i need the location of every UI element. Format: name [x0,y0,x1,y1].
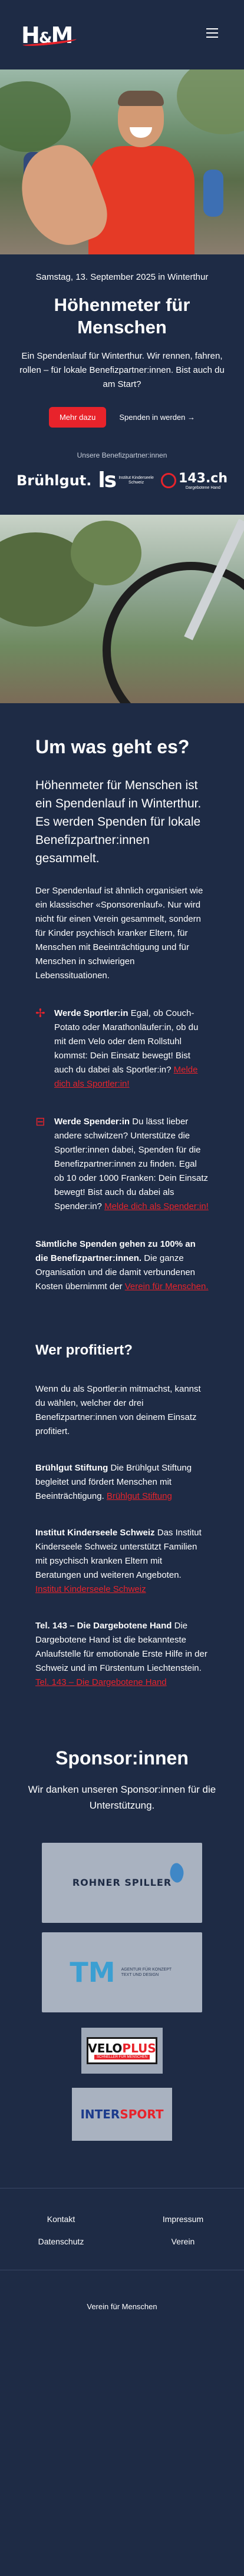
profit-title: Wer profitiert? [35,1342,133,1358]
footer-link-association[interactable]: Verein [122,2237,244,2246]
feature-athlete-title: Werde Sportler:in [54,1008,128,1018]
about-paragraph: Der Spendenlauf ist ähnlich organisiert … [35,886,203,981]
org-bruehlgut-link[interactable]: Brühlgut Stiftung [107,1491,172,1501]
donate-link[interactable]: Spenden in werden → [119,413,195,422]
partners-label: Unsere Benefizpartner:innen [77,451,167,459]
tm-text: TM [70,1956,116,1988]
org-kinderseele: Institut Kinderseele Schweiz Das Institu… [35,1526,209,1597]
partner-logo-kinderseele[interactable]: ls Institut Kinderseele Schweiz [98,470,154,491]
donations-note: Sämtliche Spenden gehen zu 100% an die B… [35,1237,209,1294]
velo-a: VELO [88,2041,123,2055]
iks-mark: ls [98,468,117,492]
more-button[interactable]: Mehr dazu [48,407,107,428]
velo-sub: SCHNELLER FÜR MENSCHEN [94,2055,150,2060]
org-kinderseele-link[interactable]: Institut Kinderseele Schweiz [35,1584,146,1594]
feature-athlete: ✢ Werde Sportler:in Egal, ob Couch-Potat… [35,1006,209,1091]
sponsors-subtitle: Wir danken unseren Sponsor:innen für die… [28,1784,216,1811]
partner-logo-143[interactable]: 143.ch Dargebotene Hand [161,471,227,490]
donor-signup-link[interactable]: Melde dich als Spender:in! [104,1201,209,1211]
association-link[interactable]: Verein für Menschen. [125,1282,209,1292]
runner-icon: ✢ [35,1007,45,1020]
partners-logos: Brühlgut. ls Institut Kinderseele Schwei… [15,470,229,491]
bike-image [0,515,244,703]
partner-logo-bruehlgut[interactable]: Brühlgut. [17,472,91,489]
sponsor-rohner-spiller[interactable]: ROHNER SPILLER [42,1843,202,1923]
site-footer: Kontakt Impressum Datenschutz Verein Ver… [0,2188,244,2335]
org-bruehlgut-title: Brühlgut Stiftung [35,1463,108,1473]
footer-bottom-text: Verein für Menschen [0,2270,244,2311]
logo-text: H&M [21,22,73,48]
event-date: Samstag, 13. September 2025 in Winterthu… [35,272,209,282]
inter-b: SPORT [120,2107,164,2121]
sponsor-intersport[interactable]: INTERSPORT [72,2088,172,2141]
org-bruehlgut: Brühlgut Stiftung Die Brühlgut Stiftung … [35,1461,209,1504]
feature-donor: ⊟ Werde Spender:in Du lässt lieber ander… [35,1115,209,1214]
org-143-link[interactable]: Tel. 143 – Die Dargebotene Hand [35,1677,167,1687]
site-logo[interactable]: H&M [21,21,80,49]
velo-b: PLUS [122,2041,156,2055]
site-header: H&M [0,0,244,69]
p143-sub: Dargebotene Hand [185,485,221,490]
sponsor-tm[interactable]: TM AGENTUR FÜR KONZEPT TEXT UND DESIGN [42,1932,202,2012]
hamburger-menu-icon[interactable] [206,28,218,38]
footer-link-contact[interactable]: Kontakt [0,2214,122,2224]
intro-section: Samstag, 13. September 2025 in Winterthu… [0,254,244,515]
profit-intro: Wenn du als Sportler:in mitmachst, kanns… [35,1384,201,1436]
circle-icon [161,473,177,488]
donation-icon: ⊟ [35,1115,45,1128]
p143-text: 143.ch [179,471,227,486]
sponsor-veloplus[interactable]: VELOPLUS SCHNELLER FÜR MENSCHEN [81,2028,163,2074]
hero-text: Ein Spendenlauf für Winterthur. Wir renn… [19,351,225,389]
inter-a: INTER [80,2107,120,2121]
org-143-title: Tel. 143 – Die Dargebotene Hand [35,1621,172,1631]
sponsors-title: Sponsor:innen [55,1747,189,1769]
footer-link-imprint[interactable]: Impressum [122,2214,244,2224]
hero-image [0,69,244,254]
feature-donor-title: Werde Spender:in [54,1117,130,1127]
about-section: Um was geht es? Höhenmeter für Menschen … [0,703,244,1713]
feature-donor-text: Du lässt lieber andere schwitzen? Unters… [54,1117,208,1211]
tm-sub: AGENTUR FÜR KONZEPT TEXT UND DESIGN [121,1968,172,1977]
org-kinderseele-title: Institut Kinderseele Schweiz [35,1528,155,1538]
footer-link-privacy[interactable]: Datenschutz [0,2237,122,2246]
about-lead: Höhenmeter für Menschen ist ein Spendenl… [35,779,202,865]
about-title: Um was geht es? [35,736,190,757]
rohner-text: ROHNER SPILLER [72,1877,172,1888]
iks-text: Institut Kinderseele Schweiz [118,476,154,485]
sponsors-section: Sponsor:innen Wir danken unseren Sponsor… [0,1713,244,2188]
org-143: Tel. 143 – Die Dargebotene Hand Die Darg… [35,1619,209,1690]
hero-title: Höhenmeter für Menschen [54,294,190,337]
